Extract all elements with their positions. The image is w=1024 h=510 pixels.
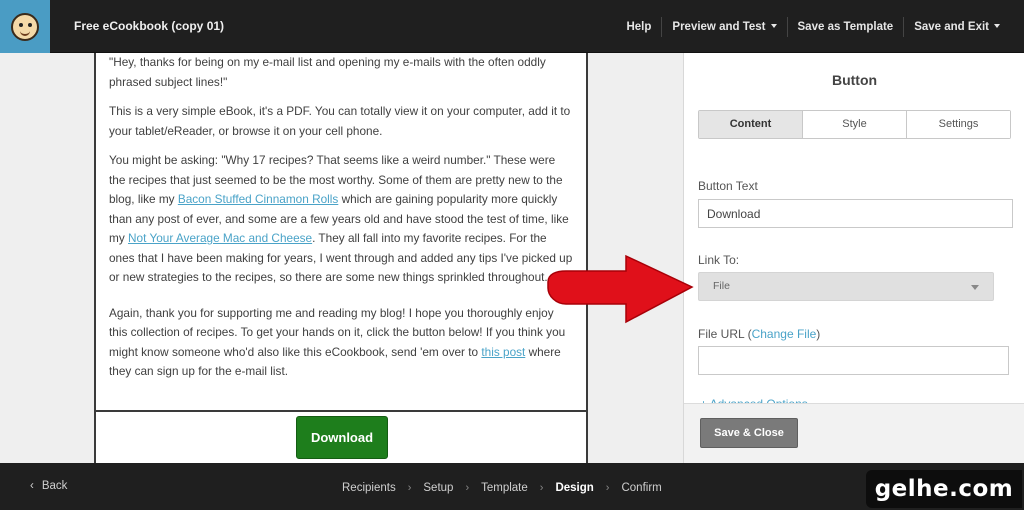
tab-settings[interactable]: Settings (906, 111, 1010, 138)
tab-content[interactable]: Content (699, 111, 802, 138)
file-url-input[interactable] (698, 346, 1009, 375)
paragraph-thanks: Again, thank you for supporting me and r… (109, 305, 566, 379)
chevron-left-icon: ‹ (30, 480, 34, 492)
step-setup[interactable]: Setup (423, 482, 453, 494)
back-button[interactable]: ‹ Back (30, 480, 67, 492)
mailchimp-logo-icon[interactable] (0, 0, 50, 53)
red-arrow-icon (547, 254, 694, 324)
mac-and-cheese-link[interactable]: Not Your Average Mac and Cheese (128, 231, 312, 245)
chimp-face-icon (11, 12, 39, 41)
chevron-right-icon: › (605, 482, 610, 494)
watermark: gelhe.com (866, 470, 1022, 508)
button-settings-panel: Button Content Style Settings Button Tex… (683, 53, 1024, 463)
file-url-label: File URL (Change File) (698, 327, 821, 341)
link-to-selected-value: File (713, 280, 730, 292)
this-post-link[interactable]: this post (481, 345, 525, 359)
help-link[interactable]: Help (616, 17, 661, 37)
change-file-link[interactable]: Change File (752, 327, 817, 341)
text-content-block[interactable]: "Hey, thanks for being on my e-mail list… (94, 53, 588, 463)
download-button[interactable]: Download (296, 416, 388, 459)
step-template[interactable]: Template (481, 482, 528, 494)
button-text-label: Button Text (698, 179, 758, 193)
paragraph-ebook: This is a very simple eBook, it's a PDF.… (109, 104, 571, 138)
paragraph-recipes: You might be asking: "Why 17 recipes? Th… (109, 153, 573, 284)
chevron-right-icon: › (465, 482, 470, 494)
wizard-steps: Recipients › Setup › Template › Design ›… (342, 482, 662, 494)
save-and-exit-dropdown[interactable]: Save and Exit (903, 16, 1010, 37)
chevron-down-icon (770, 24, 777, 29)
step-design[interactable]: Design (555, 482, 593, 494)
panel-tabs: Content Style Settings (698, 110, 1011, 139)
link-to-label: Link To: (698, 253, 740, 267)
button-content-block[interactable]: Download (94, 410, 588, 463)
bacon-rolls-link[interactable]: Bacon Stuffed Cinnamon Rolls (178, 192, 338, 206)
intro-quote: "Hey, thanks for being on my e-mail list… (109, 55, 546, 89)
chevron-down-icon (971, 285, 979, 290)
chevron-right-icon: › (539, 482, 544, 494)
tab-style[interactable]: Style (802, 111, 906, 138)
step-recipients[interactable]: Recipients (342, 482, 396, 494)
top-nav: Help Preview and Test Save as Template S… (616, 0, 1010, 53)
panel-footer: Save & Close (684, 403, 1024, 463)
preview-and-test-dropdown[interactable]: Preview and Test (661, 16, 786, 37)
chevron-right-icon: › (407, 482, 412, 494)
button-text-input[interactable] (698, 199, 1013, 228)
link-to-select[interactable]: File (698, 272, 994, 301)
campaign-title: Free eCookbook (copy 01) (74, 19, 225, 33)
chevron-down-icon (994, 24, 1000, 29)
top-bar: Free eCookbook (copy 01) Help Preview an… (0, 0, 1024, 53)
save-as-template-button[interactable]: Save as Template (786, 16, 904, 37)
save-and-close-button[interactable]: Save & Close (700, 418, 798, 448)
panel-title: Button (831, 72, 878, 88)
step-confirm[interactable]: Confirm (621, 482, 661, 494)
